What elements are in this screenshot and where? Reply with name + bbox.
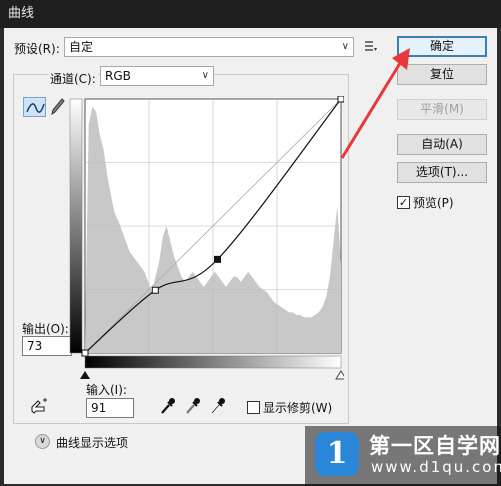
output-gradient-bar	[69, 98, 83, 354]
black-point-slider[interactable]	[80, 371, 90, 379]
watermark-title: 第一区自学网	[369, 434, 501, 458]
white-point-slider[interactable]	[335, 370, 344, 380]
watermark-logo: 1	[315, 432, 359, 476]
curves-dialog: 预设(R): 自定 ∨ 确定 复位 平滑(M) 自动(A) 选项(T)... ✓…	[4, 28, 497, 484]
preset-value: 自定	[69, 40, 94, 54]
expand-options-icon[interactable]: ∨	[35, 434, 50, 449]
curve-tool-icon[interactable]	[23, 97, 46, 117]
white-eyedropper-icon[interactable]	[208, 396, 226, 416]
pencil-icon[interactable]	[50, 97, 66, 117]
input-label: 输入(I):	[86, 383, 127, 397]
curve-point[interactable]	[81, 349, 89, 357]
input-field[interactable]: 91	[86, 398, 134, 418]
preview-label: 预览(P)	[413, 196, 454, 210]
channel-value: RGB	[105, 69, 131, 83]
chevron-down-icon: ∨	[201, 70, 209, 81]
watermark-url: www.d1qu.com	[371, 458, 501, 476]
input-gradient-bar	[84, 355, 342, 369]
curve-graph[interactable]	[68, 96, 344, 380]
annotation-arrow	[340, 48, 410, 159]
curve-display-options-label[interactable]: 曲线显示选项	[56, 434, 128, 451]
curve-point[interactable]	[151, 286, 159, 294]
show-clipping-label: 显示修剪(W)	[263, 401, 333, 415]
gray-eyedropper-icon[interactable]	[183, 396, 201, 416]
channel-select[interactable]: RGB ∨	[100, 66, 214, 86]
check-icon: ✓	[398, 196, 409, 209]
window-title: 曲线	[0, 0, 501, 28]
preset-select[interactable]: 自定 ∨	[64, 37, 354, 57]
show-clipping-checkbox[interactable]	[247, 401, 260, 414]
curve-point-selected[interactable]	[214, 255, 222, 263]
preset-label: 预设(R):	[14, 42, 60, 56]
output-label: 输出(O):	[22, 322, 69, 336]
watermark: 1 第一区自学网 www.d1qu.com	[305, 426, 501, 486]
targeted-adjust-icon[interactable]	[28, 397, 50, 417]
preview-checkbox[interactable]: ✓	[397, 196, 410, 209]
output-field[interactable]: 73	[22, 336, 72, 356]
black-eyedropper-icon[interactable]	[158, 396, 176, 416]
channel-label: 通道(C):	[48, 70, 98, 87]
